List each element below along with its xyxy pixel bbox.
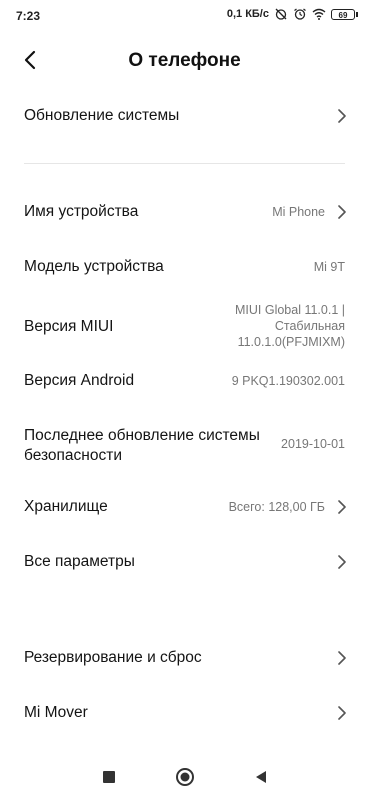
square-icon bbox=[103, 771, 115, 783]
alarm-clock-icon bbox=[294, 8, 306, 20]
chevron-right-icon bbox=[338, 706, 346, 720]
triangle-back-icon bbox=[256, 771, 266, 783]
security-update-item[interactable]: Последнее обновление системы безопасност… bbox=[0, 424, 369, 468]
item-label: Версия Android bbox=[24, 372, 135, 389]
home-button[interactable] bbox=[175, 767, 195, 792]
chevron-right-icon bbox=[338, 651, 346, 665]
item-label: Версия MIUI bbox=[24, 318, 114, 335]
backup-reset-item[interactable]: Резервирование и сброс bbox=[0, 638, 369, 678]
item-label: Последнее обновление системы безопасност… bbox=[24, 426, 260, 466]
status-bar: 7:23 0,1 КБ/с 69 bbox=[0, 0, 369, 30]
value-line: 11.0.1.0(PFJMIXM) bbox=[237, 335, 345, 349]
status-time: 7:23 bbox=[16, 9, 41, 23]
chevron-right-icon bbox=[338, 205, 346, 219]
value-line: Стабильная bbox=[274, 319, 345, 333]
item-label: Хранилище bbox=[24, 498, 108, 515]
alarm-off-icon bbox=[275, 8, 287, 20]
item-value: 2019-10-01 bbox=[281, 437, 345, 451]
header: О телефоне bbox=[0, 38, 369, 86]
chevron-right-icon bbox=[338, 109, 346, 123]
chevron-right-icon bbox=[338, 500, 346, 514]
nav-back-button[interactable] bbox=[254, 770, 268, 789]
chevron-right-icon bbox=[338, 555, 346, 569]
section-divider bbox=[24, 163, 345, 164]
android-version-item[interactable]: Версия Android 9 PKQ1.190302.001 bbox=[0, 361, 369, 401]
device-name-item[interactable]: Имя устройства Mi Phone bbox=[0, 192, 369, 232]
miui-version-item[interactable]: Версия MIUI MIUI Global 11.0.1 | Стабиль… bbox=[0, 300, 369, 356]
home-circle-icon bbox=[176, 768, 194, 786]
device-model-item[interactable]: Модель устройства Mi 9T bbox=[0, 247, 369, 287]
item-value: Mi Phone bbox=[272, 205, 325, 219]
item-value: MIUI Global 11.0.1 | Стабильная 11.0.1.0… bbox=[235, 302, 345, 350]
recents-button[interactable] bbox=[102, 770, 116, 789]
value-line: MIUI Global 11.0.1 | bbox=[234, 303, 345, 317]
label-line: безопасности bbox=[24, 447, 122, 464]
item-value: 9 PKQ1.190302.001 bbox=[231, 374, 345, 388]
storage-item[interactable]: Хранилище Всего: 128,00 ГБ bbox=[0, 487, 369, 527]
battery-icon: 69 bbox=[331, 8, 358, 20]
page-title: О телефоне bbox=[128, 50, 241, 71]
mi-mover-item[interactable]: Mi Mover bbox=[0, 693, 369, 733]
wifi-icon bbox=[312, 8, 326, 20]
network-speed: 0,1 КБ/с bbox=[226, 8, 269, 20]
navigation-bar bbox=[0, 752, 369, 800]
system-update-item[interactable]: Обновление системы bbox=[0, 96, 369, 136]
item-label: Модель устройства bbox=[24, 258, 164, 275]
item-label: Mi Mover bbox=[24, 704, 88, 721]
item-label: Все параметры bbox=[24, 553, 135, 570]
item-value: Mi 9T bbox=[313, 260, 345, 274]
item-label: Имя устройства bbox=[24, 203, 139, 220]
item-value: Всего: 128,00 ГБ bbox=[228, 500, 325, 514]
all-specs-item[interactable]: Все параметры bbox=[0, 542, 369, 582]
item-label: Резервирование и сброс bbox=[24, 649, 202, 666]
status-icons: 0,1 КБ/с 69 bbox=[226, 8, 358, 20]
item-label: Обновление системы bbox=[24, 107, 180, 124]
label-line: Последнее обновление системы bbox=[24, 427, 260, 444]
